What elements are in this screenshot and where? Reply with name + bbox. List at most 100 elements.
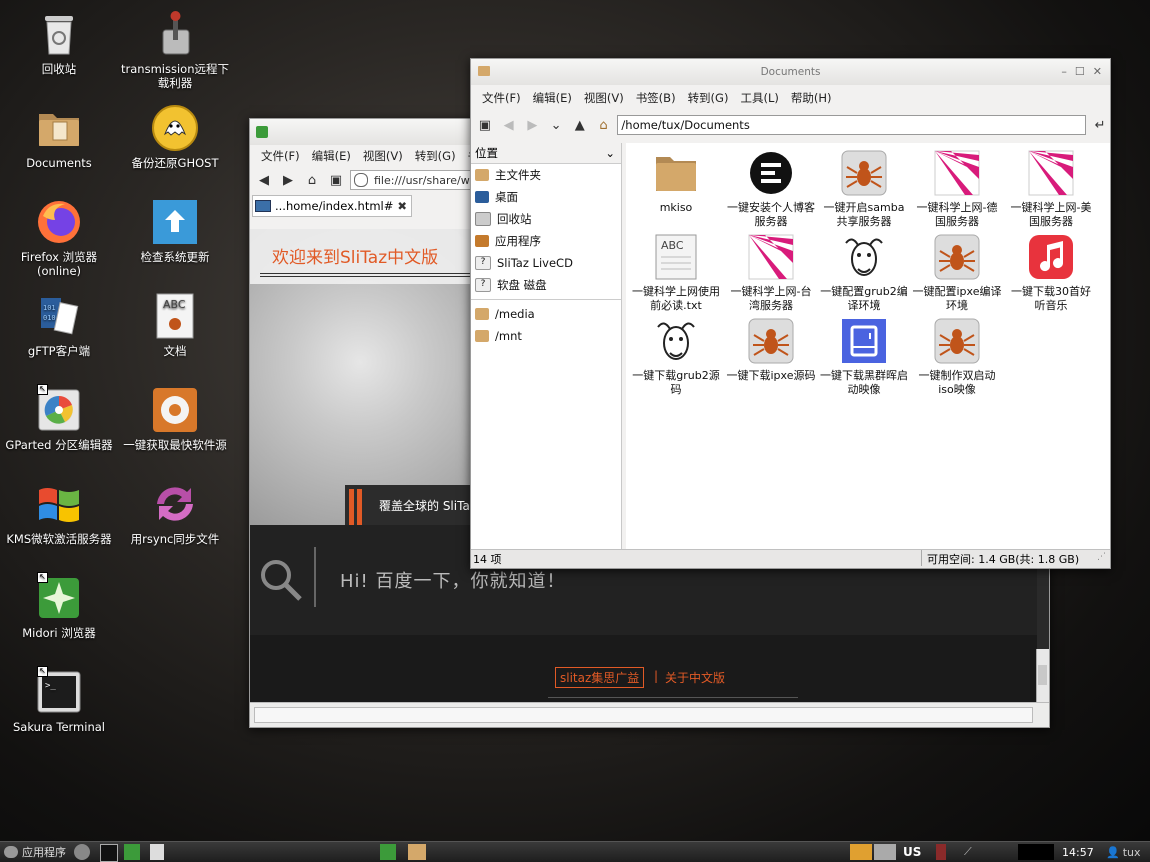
file-item[interactable]: mkiso: [631, 149, 721, 215]
home-icon[interactable]: ⌂: [594, 115, 614, 135]
start-menu-button[interactable]: 应用程序: [4, 844, 66, 860]
file-item[interactable]: 一键安装个人博客服务器: [726, 149, 816, 229]
menu-bookmarks[interactable]: 书签(B): [631, 90, 681, 106]
desktop-icon-gftp[interactable]: 101 010 gFTP客户端: [4, 292, 114, 358]
desktop-icon-document[interactable]: ABC 文档: [120, 292, 230, 358]
menu-tools[interactable]: 工具(L): [735, 90, 783, 106]
desktop-icon-gparted[interactable]: ↖ GParted 分区编辑器: [4, 384, 114, 452]
terminal-icon[interactable]: [100, 844, 118, 862]
file-item[interactable]: 一键下载ipxe源码: [726, 317, 816, 383]
places-header[interactable]: 位置 ⌄: [471, 143, 621, 164]
desktop-icon-update[interactable]: 检查系统更新: [120, 198, 230, 264]
footer-link-about[interactable]: 关于中文版: [665, 669, 725, 686]
back-arrow-icon[interactable]: ◀: [254, 170, 274, 190]
place-desktop[interactable]: 桌面: [471, 186, 621, 208]
desktop-icon-firefox[interactable]: Firefox 浏览器 (online): [4, 198, 114, 278]
path-text: /home/tux/Documents: [621, 118, 750, 132]
browser-menu-go[interactable]: 转到(G): [410, 148, 461, 164]
file-icon-view[interactable]: mkiso 一键安装个人博客服务器 一键开启samba共享服务器 一键科学上网-…: [626, 143, 1110, 550]
blog-icon: [747, 149, 795, 197]
place-applications[interactable]: 应用程序: [471, 230, 621, 252]
place-livecd[interactable]: ? SliTaz LiveCD: [471, 252, 621, 274]
desktop-icon-transmission[interactable]: transmission远程下载利器: [120, 10, 230, 90]
settings-icon[interactable]: [74, 844, 90, 860]
place-media[interactable]: /media: [471, 303, 621, 325]
file-item[interactable]: 一键科学上网-美国服务器: [1006, 149, 1096, 229]
file-item[interactable]: 一键下载30首好听音乐: [1006, 233, 1096, 313]
file-item[interactable]: 一键科学上网-台湾服务器: [726, 233, 816, 313]
browser-tab[interactable]: ...home/index.html# ✖: [252, 195, 412, 217]
desktop-icon-documents[interactable]: Documents: [4, 104, 114, 170]
desktop-icon-package[interactable]: 一键获取最快软件源: [120, 386, 230, 452]
file-item[interactable]: ABC 一键科学上网使用前必读.txt: [631, 233, 721, 313]
new-window-icon[interactable]: ▣: [475, 115, 495, 135]
menu-edit[interactable]: 编辑(E): [528, 90, 577, 106]
workspace-2[interactable]: [874, 844, 896, 860]
footer-link-ideas[interactable]: slitaz集思广益: [555, 667, 645, 688]
text-editor-icon[interactable]: [150, 844, 164, 860]
clock[interactable]: 14:57: [1062, 844, 1094, 860]
place-trash[interactable]: 回收站: [471, 208, 621, 230]
place-floppy[interactable]: ? 软盘 磁盘: [471, 274, 621, 296]
desktop-icon-trash[interactable]: 回收站: [4, 10, 114, 76]
browser-menu-file[interactable]: 文件(F): [256, 148, 305, 164]
filemanager-window[interactable]: Documents – ☐ ✕ 文件(F) 编辑(E) 视图(V) 书签(B) …: [470, 58, 1111, 569]
tab-close-icon[interactable]: ✖: [397, 199, 407, 213]
file-item[interactable]: 一键配置grub2编译环境: [819, 233, 909, 313]
back-arrow-icon[interactable]: ◀: [499, 115, 519, 135]
history-chevron-down-icon[interactable]: ⌄: [546, 115, 566, 135]
browser-menu-edit[interactable]: 编辑(E): [307, 148, 356, 164]
user-menu[interactable]: 👤 tux: [1106, 844, 1141, 860]
scrollbar-thumb[interactable]: [1038, 665, 1047, 685]
file-item[interactable]: 一键下载黑群晖启动映像: [819, 317, 909, 397]
task-midori-icon[interactable]: [380, 844, 396, 860]
forward-arrow-icon[interactable]: ▶: [278, 170, 298, 190]
ray-icon: [933, 149, 981, 197]
bookmark-add-icon[interactable]: ▣: [326, 170, 346, 190]
place-mnt[interactable]: /mnt: [471, 325, 621, 347]
menu-help[interactable]: 帮助(H): [786, 90, 837, 106]
desktop-icon-kms[interactable]: KMS微软激活服务器: [4, 480, 114, 546]
path-bar[interactable]: /home/tux/Documents: [617, 115, 1087, 135]
file-item[interactable]: 一键制作双启动iso映像: [912, 317, 1002, 397]
browser-url-bar[interactable]: file:///usr/share/we: [350, 170, 485, 190]
filemanager-titlebar[interactable]: Documents – ☐ ✕: [471, 59, 1110, 85]
spider-icon: [933, 317, 981, 365]
menu-go[interactable]: 转到(G): [683, 90, 734, 106]
network-icon[interactable]: [936, 844, 946, 860]
search-icon[interactable]: [258, 557, 304, 603]
file-item[interactable]: 一键科学上网-德国服务器: [912, 149, 1002, 229]
desktop-icon-rsync[interactable]: 用rsync同步文件: [120, 480, 230, 546]
file-item[interactable]: 一键下载grub2源码: [631, 317, 721, 397]
search-prompt[interactable]: Hi! 百度一下，你就知道！: [340, 567, 565, 593]
svg-text:101: 101: [43, 304, 56, 312]
chevron-down-icon[interactable]: ⌄: [605, 146, 615, 160]
home-icon: [475, 169, 489, 181]
file-item[interactable]: 一键配置ipxe编译环境: [912, 233, 1002, 313]
desktop-icon-ghost[interactable]: 备份还原GHOST: [120, 104, 230, 170]
places-pane: 位置 ⌄ 主文件夹 桌面 回收站 应用程序 ? SliTaz LiveCD ? 软盘…: [471, 143, 622, 550]
task-filemanager-icon[interactable]: [408, 844, 426, 860]
volume-icon[interactable]: ⟋: [964, 844, 984, 860]
menu-file[interactable]: 文件(F): [477, 90, 526, 106]
place-home[interactable]: 主文件夹: [471, 164, 621, 186]
maximize-icon[interactable]: ☐: [1075, 65, 1085, 78]
file-item[interactable]: 一键开启samba共享服务器: [819, 149, 909, 229]
browser-scrollbar[interactable]: ▼: [1036, 649, 1049, 703]
forward-arrow-icon[interactable]: ▶: [522, 115, 542, 135]
workspace-1[interactable]: [850, 844, 872, 860]
desktop-icon-midori[interactable]: ↖ Midori 浏览器: [4, 572, 114, 640]
resize-grip-icon[interactable]: ⋰: [1097, 552, 1106, 562]
minimize-icon[interactable]: –: [1061, 65, 1067, 78]
desktop-icon-terminal[interactable]: ↖ >_ Sakura Terminal: [4, 666, 114, 734]
browser-menu-view[interactable]: 视图(V): [358, 148, 408, 164]
home-icon[interactable]: ⌂: [302, 170, 322, 190]
close-icon[interactable]: ✕: [1093, 65, 1102, 78]
place-label: 主文件夹: [495, 168, 541, 182]
midori-icon[interactable]: [124, 844, 140, 860]
keyboard-layout[interactable]: US: [903, 844, 921, 860]
up-arrow-icon[interactable]: ▲: [570, 115, 590, 135]
places-header-label: 位置: [475, 146, 498, 160]
go-enter-icon[interactable]: ↵: [1090, 115, 1110, 135]
menu-view[interactable]: 视图(V): [579, 90, 629, 106]
